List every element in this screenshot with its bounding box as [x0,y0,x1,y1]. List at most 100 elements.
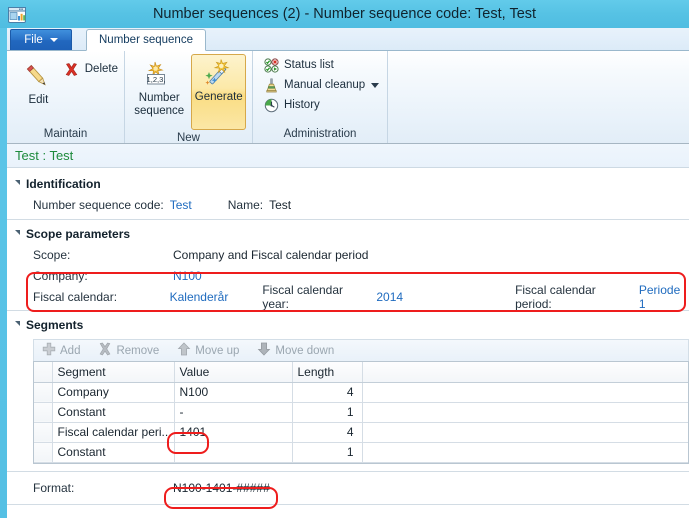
ribbon-group-administration-label: Administration [283,128,357,140]
status-list-button[interactable]: Status list [261,55,334,75]
table-row[interactable]: Company N100 4 [34,382,688,403]
company-value[interactable]: N100 [173,269,202,283]
scope-label: Scope: [33,247,71,262]
cell-value[interactable]: - [174,442,293,463]
history-button[interactable]: History [261,95,320,115]
plus-add-icon [42,342,56,359]
x-remove-icon [98,342,112,359]
fiscal-calendar-year-label: Fiscal calendar year: [262,282,344,311]
red-x-delete-icon [64,61,80,77]
ribbon-empty-area [387,51,689,143]
svg-text:1,2,3,: 1,2,3, [147,75,166,84]
segments-add-button[interactable]: Add [42,342,80,359]
application-window: Number sequences (2) - Number sequence c… [0,0,689,518]
segments-grid[interactable]: Segment Value Length Company N100 4 Cons… [33,361,689,464]
collapse-triangle-icon[interactable] [15,180,20,190]
manual-cleanup-label: Manual cleanup [284,79,366,91]
column-header-length[interactable]: Length [292,362,363,383]
record-caption-text: Test : Test [15,148,74,163]
fiscal-calendar-year-value[interactable]: 2014 [376,290,403,304]
cell-segment[interactable]: Company [52,382,175,403]
cell-segment[interactable]: Constant [52,442,175,463]
row-handle[interactable] [34,402,53,423]
generate-button[interactable]: Generate [191,54,246,130]
application-window-chart-icon [7,5,27,25]
fiscal-calendar-value[interactable]: Kalenderår [170,290,263,304]
row-handle[interactable] [34,382,53,403]
section-segments-header[interactable]: Segments [7,315,689,335]
fiscal-calendar-label: Fiscal calendar: [33,289,118,304]
cell-spacer [362,422,688,443]
cell-value[interactable]: 1401 [174,422,293,443]
generate-button-label: Generate [194,91,243,103]
cell-spacer [362,402,688,423]
number-sequence-code-value[interactable]: Test [170,198,192,212]
number-sequence-button-label: Number sequence [134,92,185,117]
name-label: Name: [227,197,264,212]
magic-wand-icon [202,57,236,91]
arrow-up-icon [177,342,191,359]
cell-length[interactable]: 1 [292,402,363,423]
fiscal-calendar-row: Fiscal calendar: Kalenderår Fiscal calen… [7,283,689,311]
number-sequence-button[interactable]: 1,2,3, Number sequence [131,56,187,118]
format-row: Format: N100-1401-##### [7,476,689,500]
segments-add-label: Add [60,344,81,357]
scope-row: Scope: Company and Fiscal calendar perio… [7,244,689,265]
cell-value[interactable]: N100 [174,382,293,403]
name-value[interactable]: Test [269,198,291,212]
ribbon-group-new: 1,2,3, Number sequence Generate New [124,51,252,144]
segments-move-down-button[interactable]: Move down [257,342,334,359]
tab-number-sequence-label: Number sequence [99,34,193,46]
segments-toolbar: Add Remove Move up Move down [33,339,689,361]
cell-value[interactable]: - [174,402,293,423]
number-sequence-code-label: Number sequence code: [33,197,164,212]
history-label: History [284,99,320,111]
arrow-down-icon [257,342,271,359]
chevron-down-icon[interactable] [371,82,380,88]
segments-move-up-button[interactable]: Move up [177,342,239,359]
record-caption: Test : Test [7,144,689,168]
delete-button[interactable]: Delete [62,59,118,79]
segments-grid-header-row: Segment Value Length [34,362,688,383]
window-title: Number sequences (2) - Number sequence c… [152,6,537,22]
scope-value: Company and Fiscal calendar period [173,247,369,262]
ribbon: Edit Delete Maintain 1,2,3, Number seque… [0,51,689,144]
table-row[interactable]: Constant - 1 [34,442,688,463]
tab-number-sequence[interactable]: Number sequence [86,29,206,51]
section-identification-header[interactable]: Identification [7,174,689,194]
file-menu-button[interactable]: File [10,29,72,50]
cell-segment[interactable]: Constant [52,402,175,423]
collapse-triangle-icon[interactable] [15,230,20,240]
edit-button[interactable]: Edit [17,58,60,107]
column-header-value[interactable]: Value [174,362,293,383]
title-bar: Number sequences (2) - Number sequence c… [0,0,689,28]
segments-remove-button[interactable]: Remove [98,342,159,359]
table-row[interactable]: Constant - 1 [34,402,688,423]
format-value: N100-1401-##### [173,480,270,495]
ribbon-group-maintain: Edit Delete Maintain [7,51,124,143]
column-header-segment[interactable]: Segment [52,362,175,383]
identification-row: Number sequence code: Test Name: Test [7,194,689,215]
ribbon-group-administration: Status list Manual cleanup History Admin… [252,51,387,143]
content-area: Test : Test Identification Number sequen… [7,144,689,518]
cell-length[interactable]: 1 [292,442,363,463]
fiscal-calendar-period-value[interactable]: Periode 1 [639,283,689,311]
manual-cleanup-button[interactable]: Manual cleanup [261,75,380,95]
collapse-triangle-icon[interactable] [15,321,20,331]
left-accent-strip [0,28,7,518]
row-handle[interactable] [34,422,53,443]
broom-cleanup-icon [263,77,279,93]
cell-length[interactable]: 4 [292,422,363,443]
edit-button-label: Edit [28,94,49,106]
row-handle-header [34,362,53,383]
cell-length[interactable]: 4 [292,382,363,403]
row-handle[interactable] [34,442,53,463]
delete-button-label: Delete [84,63,118,75]
pencil-edit-icon [22,60,54,94]
cell-segment[interactable]: Fiscal calendar peri... [52,422,175,443]
chevron-down-icon [49,38,58,42]
divider [7,503,689,505]
section-scope-parameters-header[interactable]: Scope parameters [7,224,689,244]
table-row[interactable]: Fiscal calendar peri... 1401 4 [34,422,688,443]
status-list-icon [263,57,279,73]
